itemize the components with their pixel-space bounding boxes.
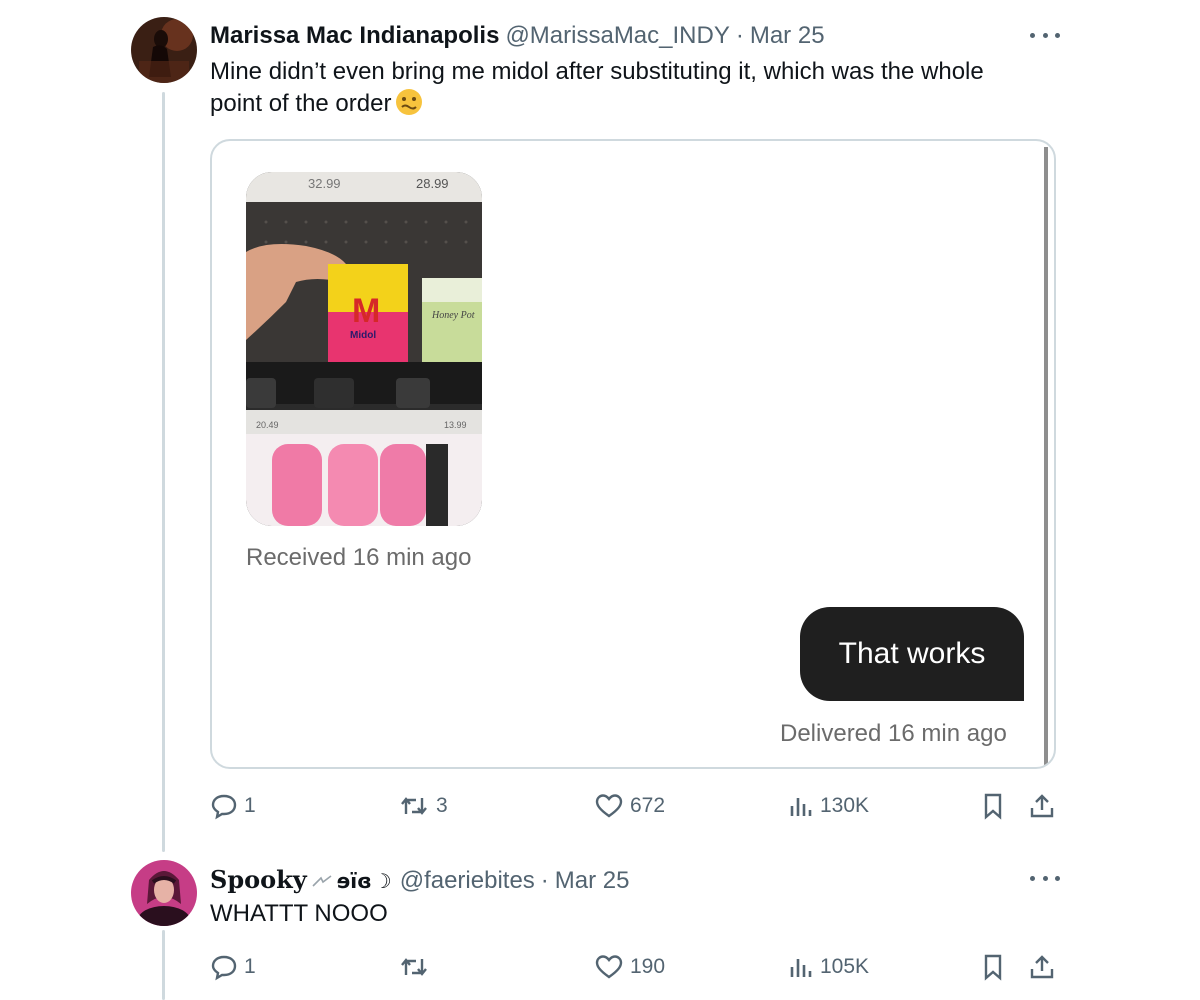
more-icon[interactable] — [1030, 25, 1060, 45]
display-name[interactable]: Spooky — [210, 865, 307, 894]
bookmark-icon — [984, 793, 1002, 820]
timestamp[interactable]: Mar 25 — [555, 867, 630, 895]
separator: · — [540, 867, 549, 894]
views-button[interactable]: 105K — [788, 953, 869, 981]
thread-line — [162, 92, 165, 852]
received-label: Received 16 min ago — [246, 544, 472, 571]
views-icon — [790, 959, 812, 977]
delivered-label: Delivered 16 min ago — [780, 720, 1007, 747]
tweet-text: WHATTT NOOO — [210, 900, 388, 927]
lower-price-right: 13.99 — [444, 420, 467, 430]
card-edge — [1044, 147, 1048, 765]
emoji-icon — [395, 88, 423, 125]
box-brand: Midol — [350, 330, 376, 341]
views-count: 130K — [820, 794, 870, 817]
reply-button[interactable]: 1 — [210, 953, 256, 981]
like-count: 672 — [630, 794, 666, 817]
tweet-text-line: point of the order — [210, 88, 1070, 125]
retweet-icon — [401, 958, 427, 976]
reply-icon — [211, 794, 237, 820]
share-icon — [1030, 955, 1054, 979]
thread-line — [162, 930, 165, 1000]
like-icon — [595, 955, 623, 979]
views-count: 105K — [820, 955, 870, 978]
bookmark-icon — [984, 954, 1002, 981]
like-count: 190 — [630, 955, 666, 978]
box-letter: M — [352, 292, 380, 330]
views-icon — [790, 798, 812, 816]
share-icon — [1030, 794, 1054, 818]
retweet-count: 3 — [436, 794, 448, 817]
more-icon[interactable] — [1030, 868, 1060, 888]
lower-price-left: 20.49 — [256, 420, 279, 430]
bookmark-button[interactable] — [980, 792, 1012, 820]
retweet-icon — [401, 797, 427, 815]
moon-glyph: ☽ — [373, 869, 392, 893]
separator: · — [735, 22, 744, 49]
shelf-price-right: 28.99 — [416, 176, 449, 191]
like-button[interactable]: 190 — [594, 953, 665, 981]
reply-button[interactable]: 1 — [210, 792, 256, 820]
butterfly-icon — [311, 871, 333, 894]
like-icon — [595, 794, 623, 818]
tweet-text-line: Mine didn’t even bring me midol after su… — [210, 58, 984, 85]
shelf-price-left: 32.99 — [308, 176, 341, 191]
media-card[interactable]: 32.99 28.99 M Midol Honey Pot 20.49 13.9… — [210, 139, 1056, 769]
green-box-label: Honey Pot — [431, 310, 475, 321]
share-button[interactable] — [1028, 792, 1062, 820]
avatar[interactable] — [131, 860, 197, 926]
reply-count: 1 — [244, 794, 256, 817]
bookmark-button[interactable] — [980, 953, 1012, 981]
display-name[interactable]: Marissa Mac Indianapolis — [210, 22, 499, 50]
handle[interactable]: @faeriebites — [400, 867, 535, 895]
retweet-button[interactable]: 3 — [398, 792, 448, 820]
message-bubble: That works — [800, 607, 1024, 701]
like-button[interactable]: 672 — [594, 792, 665, 820]
avatar[interactable] — [131, 17, 197, 83]
timestamp[interactable]: Mar 25 — [750, 22, 825, 50]
reply-count: 1 — [244, 955, 256, 978]
retweet-button[interactable] — [398, 953, 436, 981]
name-suffix: ɘïɞ — [336, 869, 372, 893]
tweet-header: Marissa Mac Indianapolis @MarissaMac_IND… — [210, 22, 825, 50]
share-button[interactable] — [1028, 953, 1062, 981]
tweet-header: Spooky ɘïɞ ☽ @faeriebites · Mar 25 — [210, 865, 630, 895]
product-photo[interactable]: 32.99 28.99 M Midol Honey Pot 20.49 13.9… — [246, 172, 482, 526]
tweet-text: Mine didn’t even bring me midol after su… — [210, 56, 1070, 125]
handle[interactable]: @MarissaMac_INDY — [505, 22, 729, 50]
reply-icon — [211, 955, 237, 981]
tweet-text-end: point of the order — [210, 90, 392, 117]
views-button[interactable]: 130K — [788, 792, 869, 820]
